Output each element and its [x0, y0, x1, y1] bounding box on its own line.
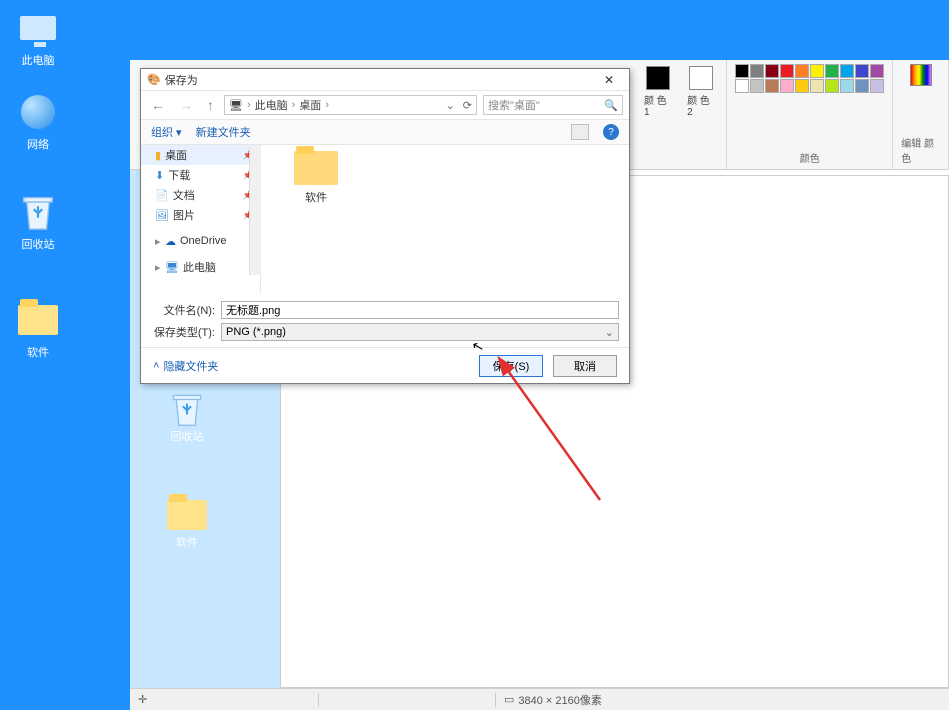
tree-downloads[interactable]: ⬇ 下载 📌 — [141, 165, 260, 185]
breadcrumb[interactable]: 🖥 › 此电脑 › 桌面 › ⌄ ⟳ — [224, 95, 477, 115]
newfolder-button[interactable]: 新建文件夹 — [196, 124, 251, 140]
tree-scrollbar[interactable] — [249, 147, 261, 275]
folder-icon — [294, 151, 338, 185]
ribbon-colors-group: 颜色 — [727, 60, 893, 169]
help-button[interactable]: ? — [603, 124, 619, 140]
color-swatch[interactable] — [825, 64, 839, 78]
paint-status-bar: ✛ ▭ 3840 × 2160像素 — [130, 688, 949, 710]
filetype-label: 保存类型(T): — [151, 324, 215, 340]
crosshair-icon: ✛ — [138, 693, 147, 706]
color-swatch[interactable] — [765, 79, 779, 93]
globe-icon — [18, 92, 58, 132]
desktop-label: 网络 — [8, 136, 68, 152]
monitor-icon: 🖥 — [165, 261, 179, 274]
status-dimensions: ▭ 3840 × 2160像素 — [504, 692, 602, 708]
color2-button[interactable]: 颜 色 2 — [683, 64, 718, 120]
color-swatch[interactable] — [795, 79, 809, 93]
search-icon: 🔍 — [604, 99, 618, 112]
color-swatch[interactable] — [810, 79, 824, 93]
color-swatch[interactable] — [855, 64, 869, 78]
desktop-label: 此电脑 — [8, 52, 68, 68]
nav-forward-button[interactable]: → — [175, 97, 197, 113]
chevron-up-icon: ˄ — [153, 360, 159, 372]
color-swatch[interactable] — [825, 79, 839, 93]
pictures-icon: 🖼 — [155, 209, 169, 222]
view-dropdown[interactable] — [571, 124, 589, 140]
desktop-label: 软件 — [8, 344, 68, 360]
saveas-dialog: 🎨 保存为 ✕ ← → ↑ 🖥 › 此电脑 › 桌面 › ⌄ ⟳ 搜索"桌面" … — [140, 68, 630, 384]
file-list[interactable]: 软件 — [261, 145, 629, 293]
color-swatch[interactable] — [840, 79, 854, 93]
refresh-icon[interactable]: ⟳ — [463, 99, 472, 112]
dialog-bottom: ˄ 隐藏文件夹 保存(S) 取消 — [141, 347, 629, 383]
tree-documents[interactable]: 📄 文档 📌 — [141, 185, 260, 205]
file-item-software[interactable]: 软件 — [281, 151, 351, 205]
color-swatch[interactable] — [735, 79, 749, 93]
color-swatch[interactable] — [855, 79, 869, 93]
dialog-fields: 文件名(N): 无标题.png 保存类型(T): PNG (*.png)⌄ — [141, 293, 629, 347]
download-icon: ⬇ — [155, 169, 164, 182]
folder-icon — [167, 500, 207, 530]
tree-pictures[interactable]: 🖼 图片 📌 — [141, 205, 260, 225]
color-swatch[interactable] — [810, 64, 824, 78]
canvas-recycle-icon[interactable]: 回收站 — [152, 390, 222, 444]
tree-desktop[interactable]: ▮ 桌面 📌 — [141, 145, 260, 165]
folder-icon — [18, 300, 58, 340]
paint-app-icon: 🎨 — [147, 73, 161, 86]
edit-colors-button[interactable]: 编辑 颜色 — [893, 60, 949, 169]
nav-up-button[interactable]: ↑ — [203, 97, 218, 113]
dialog-nav: ← → ↑ 🖥 › 此电脑 › 桌面 › ⌄ ⟳ 搜索"桌面" 🔍 — [141, 91, 629, 119]
dialog-toolbar: 组织 ▾ 新建文件夹 ? — [141, 119, 629, 145]
tree-thispc[interactable]: ▸ 🖥 此电脑 — [141, 257, 260, 277]
document-icon: 📄 — [155, 189, 169, 202]
color-swatch[interactable] — [870, 79, 884, 93]
colors-label: 颜色 — [800, 150, 820, 165]
cancel-button[interactable]: 取消 — [553, 355, 617, 377]
color-swatch[interactable] — [750, 64, 764, 78]
dialog-titlebar[interactable]: 🎨 保存为 ✕ — [141, 69, 629, 91]
nav-back-button[interactable]: ← — [147, 97, 169, 113]
desktop-icon-recycle[interactable]: 回收站 — [8, 192, 68, 252]
expand-icon[interactable]: ▸ — [155, 261, 161, 274]
desktop-icon-software[interactable]: 软件 — [8, 300, 68, 360]
close-button[interactable]: ✕ — [595, 73, 623, 87]
color-swatch[interactable] — [780, 79, 794, 93]
monitor-icon: 🖥 — [229, 99, 243, 112]
color1-button[interactable]: 颜 色 1 — [640, 64, 675, 120]
cloud-icon: ☁ — [165, 235, 176, 248]
hide-folders-link[interactable]: ˄ 隐藏文件夹 — [153, 358, 218, 374]
chevron-down-icon[interactable]: ⌄ — [446, 99, 455, 112]
desktop-icon-thispc[interactable]: 此电脑 — [8, 8, 68, 68]
ribbon-color-btns: 颜 色 1 颜 色 2 — [632, 60, 727, 169]
color-swatch[interactable] — [840, 64, 854, 78]
folder-tree[interactable]: ▮ 桌面 📌 ⬇ 下载 📌 📄 文档 📌 🖼 图片 📌 ▸ — [141, 145, 261, 293]
tree-onedrive[interactable]: ▸ ☁ OneDrive — [141, 231, 260, 251]
color-palette[interactable] — [735, 64, 884, 93]
search-input[interactable]: 搜索"桌面" 🔍 — [483, 95, 623, 115]
color-swatch[interactable] — [750, 79, 764, 93]
desktop-label: 回收站 — [8, 236, 68, 252]
filename-input[interactable]: 无标题.png — [221, 301, 619, 319]
desktop-icon-network[interactable]: 网络 — [8, 92, 68, 152]
expand-icon[interactable]: ▸ — [155, 235, 161, 248]
color-swatch[interactable] — [795, 64, 809, 78]
color-swatch[interactable] — [735, 64, 749, 78]
filename-label: 文件名(N): — [151, 302, 215, 318]
recycle-icon — [18, 192, 58, 232]
folder-icon: ▮ — [155, 149, 161, 162]
filetype-select[interactable]: PNG (*.png)⌄ — [221, 323, 619, 341]
save-button[interactable]: 保存(S) — [479, 355, 543, 377]
color-swatch[interactable] — [765, 64, 779, 78]
dialog-title: 保存为 — [165, 72, 198, 88]
color-swatch[interactable] — [870, 64, 884, 78]
organize-dropdown[interactable]: 组织 ▾ — [151, 124, 182, 140]
recycle-icon — [170, 390, 204, 428]
color-swatch[interactable] — [780, 64, 794, 78]
canvas-software-icon[interactable]: 软件 — [152, 500, 222, 550]
dimensions-icon: ▭ — [504, 693, 514, 706]
status-coordinates: ✛ — [130, 693, 310, 706]
monitor-icon — [18, 8, 58, 48]
